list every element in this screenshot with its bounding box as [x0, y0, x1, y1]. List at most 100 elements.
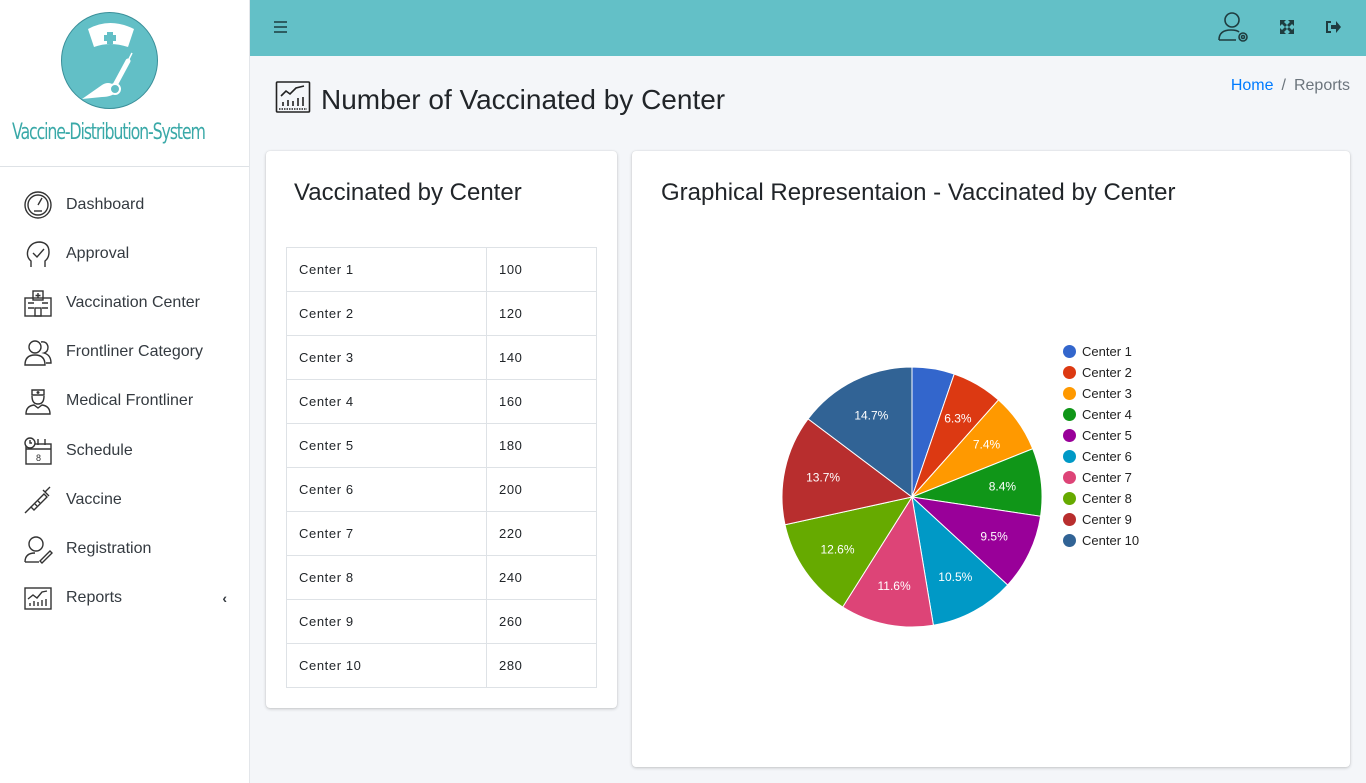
- legend-swatch: [1063, 471, 1076, 484]
- center-name-cell: Center 1: [286, 247, 487, 292]
- pie-slice-label: 7.4%: [973, 438, 1001, 452]
- center-name-cell: Center 3: [286, 335, 487, 380]
- sidebar-item-schedule[interactable]: 8 Schedule: [0, 426, 249, 475]
- pie-chart: 6.3%7.4% 8.4% 9.5% 10.5% 11.6% 12.6% 13.7% 14.7…: [781, 366, 1043, 628]
- top-navbar: [250, 0, 1366, 56]
- vaccinated-table-card: Vaccinated by Center Center 1 100 Center 2…: [266, 151, 617, 708]
- nurse-icon: [22, 385, 54, 417]
- brand-name: Vaccine-Distribution-System: [12, 120, 206, 145]
- legend-label: Center 7: [1082, 470, 1132, 485]
- table-row: Center 5 180: [286, 423, 597, 468]
- card-title: Vaccinated by Center: [294, 179, 522, 206]
- sidebar-item-medical-frontliner[interactable]: Medical Frontliner: [0, 377, 249, 426]
- center-name-cell: Center 5: [286, 423, 487, 468]
- breadcrumb-separator: /: [1281, 77, 1286, 94]
- vaccinated-count-cell: 240: [486, 555, 597, 600]
- breadcrumb-home-link[interactable]: Home: [1231, 77, 1274, 95]
- people-group-icon: [22, 336, 54, 368]
- legend-item[interactable]: Center 4: [1063, 404, 1139, 425]
- vaccinated-count-cell: 160: [486, 379, 597, 424]
- logout-icon[interactable]: [1324, 18, 1342, 36]
- pie-slice-label: 12.6%: [820, 542, 854, 556]
- legend-item[interactable]: Center 10: [1063, 530, 1139, 551]
- table-row: Center 8 240: [286, 555, 597, 600]
- legend-label: Center 8: [1082, 491, 1132, 506]
- legend-swatch: [1063, 345, 1076, 358]
- legend-swatch: [1063, 366, 1076, 379]
- table-row: Center 9 260: [286, 599, 597, 644]
- center-name-cell: Center 6: [286, 467, 487, 512]
- table-row: Center 6 200: [286, 467, 597, 512]
- vaccinated-count-cell: 100: [486, 247, 597, 292]
- legend-item[interactable]: Center 3: [1063, 383, 1139, 404]
- legend-label: Center 1: [1082, 344, 1132, 359]
- pie-slice-label: 14.7%: [854, 409, 888, 423]
- center-name-cell: Center 10: [286, 643, 487, 688]
- legend-item[interactable]: Center 5: [1063, 425, 1139, 446]
- sidebar-item-frontliner-category[interactable]: Frontliner Category: [0, 328, 249, 377]
- sidebar-item-vaccination-center[interactable]: Vaccination Center: [0, 278, 249, 327]
- legend-item[interactable]: Center 8: [1063, 488, 1139, 509]
- breadcrumb: Home / Reports: [1231, 77, 1350, 95]
- legend-swatch: [1063, 492, 1076, 505]
- legend-swatch: [1063, 450, 1076, 463]
- sidebar-item-label: Approval: [66, 244, 130, 262]
- legend-item[interactable]: Center 9: [1063, 509, 1139, 530]
- vaccinated-count-cell: 180: [486, 423, 597, 468]
- legend-label: Center 5: [1082, 428, 1132, 443]
- sidebar: Vaccine-Distribution-System Dashboard Ap…: [0, 0, 250, 783]
- sidebar-nav: Dashboard Approval Vaccination Center Fr…: [0, 167, 249, 623]
- table-row: Center 4 160: [286, 379, 597, 424]
- legend-swatch: [1063, 408, 1076, 421]
- legend-label: Center 2: [1082, 365, 1132, 380]
- svg-text:8: 8: [36, 453, 41, 463]
- sidebar-item-approval[interactable]: Approval: [0, 229, 249, 278]
- legend-swatch: [1063, 429, 1076, 442]
- table-row: Center 1 100: [286, 247, 597, 292]
- user-settings-icon[interactable]: [1216, 9, 1252, 45]
- legend-item[interactable]: Center 1: [1063, 341, 1139, 362]
- vaccinated-count-cell: 280: [486, 643, 597, 688]
- sidebar-item-vaccine[interactable]: Vaccine: [0, 475, 249, 524]
- center-name-cell: Center 2: [286, 291, 487, 336]
- table-row: Center 10 280: [286, 643, 597, 688]
- page-title: Number of Vaccinated by Center: [321, 83, 726, 115]
- chevron-left-icon[interactable]: ‹: [222, 590, 227, 606]
- center-name-cell: Center 9: [286, 599, 487, 644]
- legend-label: Center 4: [1082, 407, 1132, 422]
- sidebar-item-label: Registration: [66, 539, 152, 557]
- sidebar-item-label: Vaccination Center: [66, 293, 200, 311]
- sidebar-item-label: Medical Frontliner: [66, 392, 194, 410]
- legend-label: Center 9: [1082, 512, 1132, 527]
- legend-item[interactable]: Center 7: [1063, 467, 1139, 488]
- center-name-cell: Center 7: [286, 511, 487, 556]
- sidebar-item-registration[interactable]: Registration: [0, 524, 249, 573]
- table-row: Center 7 220: [286, 511, 597, 556]
- sidebar-item-label: Schedule: [66, 441, 133, 459]
- hospital-building-icon: [22, 287, 54, 319]
- center-name-cell: Center 4: [286, 379, 487, 424]
- hamburger-icon[interactable]: [272, 17, 292, 37]
- legend-swatch: [1063, 513, 1076, 526]
- speedometer-icon: [22, 189, 54, 221]
- legend-label: Center 10: [1082, 533, 1140, 548]
- chart-report-icon: [22, 582, 54, 614]
- brand[interactable]: Vaccine-Distribution-System: [0, 0, 249, 167]
- head-check-icon: [22, 238, 54, 270]
- legend-item[interactable]: Center 2: [1063, 362, 1139, 383]
- sidebar-item-dashboard[interactable]: Dashboard: [0, 180, 249, 229]
- expand-icon[interactable]: [1278, 18, 1296, 36]
- pie-slice-label: 6.3%: [944, 411, 972, 425]
- legend-item[interactable]: Center 6: [1063, 446, 1139, 467]
- nurse-syringe-logo-icon: [61, 12, 158, 109]
- sidebar-item-reports[interactable]: Reports ‹: [0, 574, 249, 623]
- vaccinated-count-cell: 120: [486, 291, 597, 336]
- pie-slice-label: 10.5%: [938, 570, 972, 584]
- sidebar-item-label: Dashboard: [66, 195, 145, 213]
- vaccinated-count-cell: 260: [486, 599, 597, 644]
- vaccinated-table: Center 1 100 Center 2 120 Center 3 140 Center …: [286, 247, 597, 688]
- chart-card: Graphical Representaion - Vaccinated by …: [632, 151, 1350, 767]
- center-name-cell: Center 8: [286, 555, 487, 600]
- pie-slice-label: 8.4%: [989, 479, 1017, 493]
- vaccinated-count-cell: 220: [486, 511, 597, 556]
